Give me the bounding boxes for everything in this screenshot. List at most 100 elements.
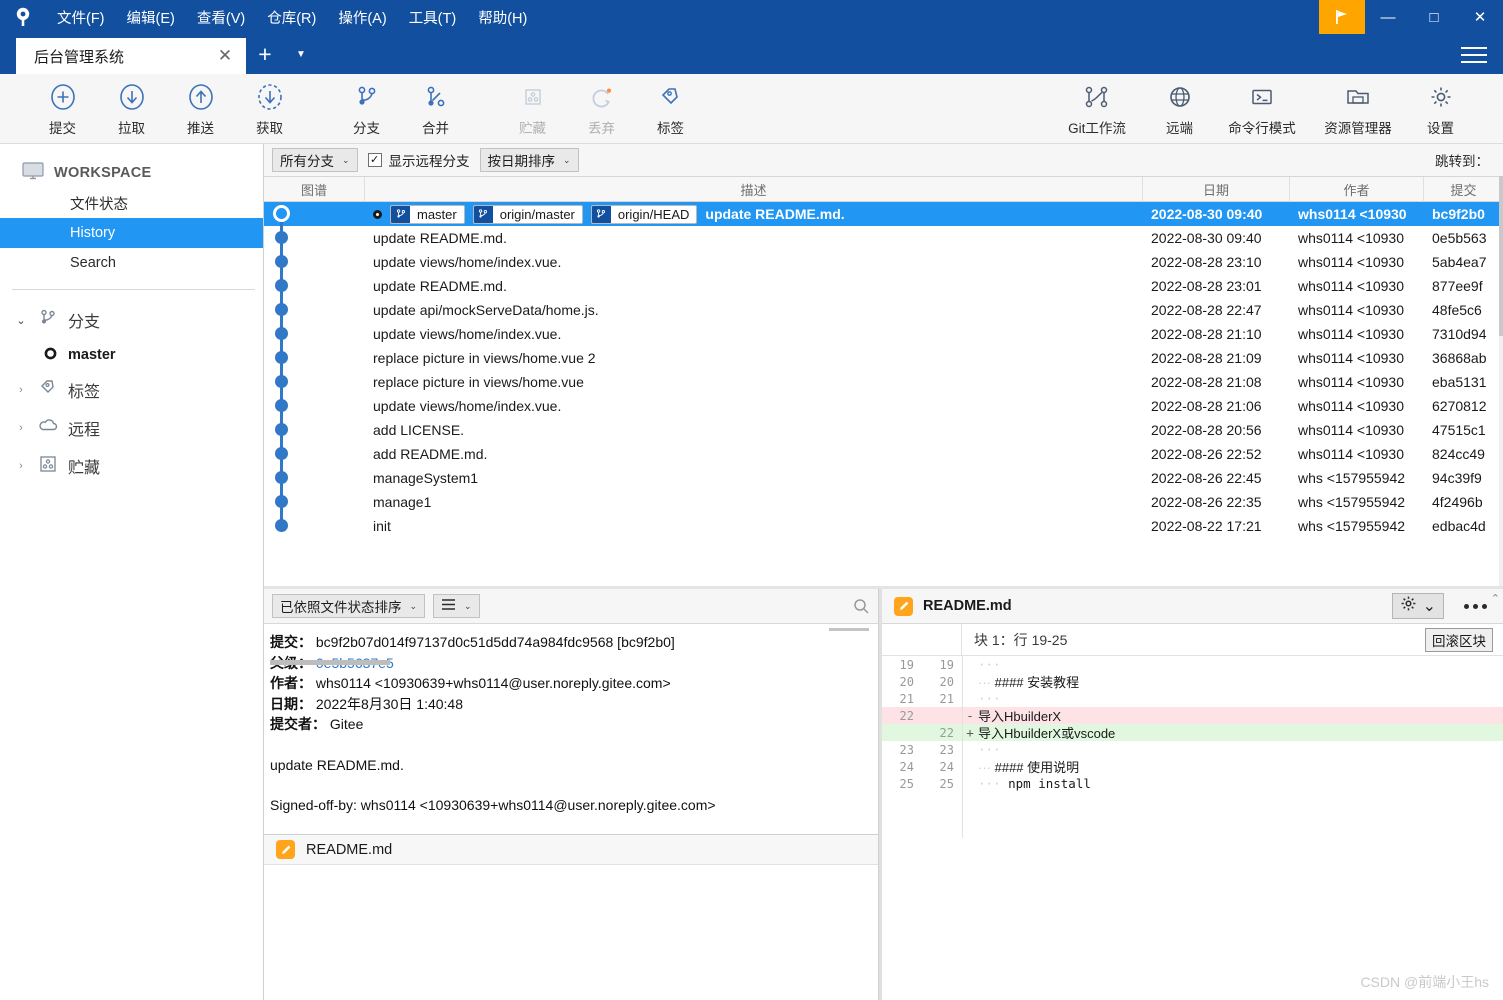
table-row[interactable]: replace picture in views/home.vue 2 2022-… xyxy=(264,346,1503,370)
table-row[interactable]: add LICENSE. 2022-08-28 20:56 whs0114 <109… xyxy=(264,418,1503,442)
ref-label-text: origin/HEAD xyxy=(617,206,690,222)
list-item[interactable]: README.md xyxy=(264,835,878,865)
push-button[interactable]: 推送 xyxy=(166,76,235,142)
column-header-author[interactable]: 作者 xyxy=(1290,177,1424,202)
hunk-gutter-spacer xyxy=(882,623,962,656)
show-remote-branches-checkbox[interactable]: ✓ 显示远程分支 xyxy=(367,150,470,170)
remote-button[interactable]: 远端 xyxy=(1145,76,1214,142)
commit-author-cell: whs0114 <10930 xyxy=(1298,350,1404,366)
sidebar-group-remotes[interactable]: › 远程 xyxy=(0,409,263,447)
commit-rows: master origin/master origin/HEAD update REA… xyxy=(264,202,1503,586)
column-header-date[interactable]: 日期 xyxy=(1143,177,1290,202)
menu-repository[interactable]: 仓库(R) xyxy=(256,0,327,34)
chevron-right-icon[interactable]: › xyxy=(14,422,28,434)
chevron-up-icon[interactable]: ⌃ xyxy=(1491,592,1500,605)
commit-author-cell: whs0114 <10930 xyxy=(1298,374,1404,390)
ref-label[interactable]: origin/master xyxy=(472,204,583,224)
chevron-right-icon[interactable]: › xyxy=(14,460,28,472)
commit-message: update views/home/index.vue. xyxy=(373,398,562,414)
menu-help[interactable]: 帮助(H) xyxy=(467,0,538,34)
commit-author-cell: whs0114 <10930 xyxy=(1298,302,1404,318)
sidebar-group-stashes[interactable]: › 贮藏 xyxy=(0,447,263,485)
sort-dropdown[interactable]: 按日期排序 ⌄ xyxy=(479,148,579,172)
column-header-graph[interactable]: 图谱 xyxy=(264,177,365,202)
diff-settings-button[interactable]: ⌄ xyxy=(1391,593,1444,619)
table-row[interactable]: update views/home/index.vue. 2022-08-28 2… xyxy=(264,250,1503,274)
tag-button[interactable]: 标签 xyxy=(636,76,705,142)
menu-actions[interactable]: 操作(A) xyxy=(327,0,397,34)
sidebar-item-search[interactable]: Search xyxy=(0,248,263,278)
ref-label[interactable]: origin/HEAD xyxy=(590,204,698,224)
hamburger-icon[interactable] xyxy=(1461,42,1489,68)
table-row[interactable]: update views/home/index.vue. 2022-08-28 2… xyxy=(264,322,1503,346)
commit-date-cell: 2022-08-28 22:47 xyxy=(1151,302,1262,318)
sidebar-item-label: Search xyxy=(70,255,116,271)
sidebar-group-branches[interactable]: ⌄ 分支 xyxy=(0,301,263,339)
fetch-button[interactable]: 获取 xyxy=(235,76,304,142)
stash-button[interactable]: 贮藏 xyxy=(498,76,567,142)
table-row[interactable]: master origin/master origin/HEAD update REA… xyxy=(264,202,1503,226)
jump-to-label: 跳转到： xyxy=(1435,154,1489,169)
commit-description-cell: manageSystem1 xyxy=(365,470,1143,486)
detail-scroll-indicator[interactable] xyxy=(829,628,869,631)
branch-filter-dropdown[interactable]: 所有分支 ⌄ xyxy=(272,148,358,172)
ref-label[interactable]: master xyxy=(390,204,465,224)
commit-description-cell: replace picture in views/home.vue 2 xyxy=(365,350,1143,366)
sidebar: WORKSPACE 文件状态 History Search ⌄ 分支 maste… xyxy=(0,144,264,1000)
sidebar-group-tags[interactable]: › 标签 xyxy=(0,371,263,409)
menu-tools[interactable]: 工具(T) xyxy=(398,0,468,34)
table-row[interactable]: update views/home/index.vue. 2022-08-28 2… xyxy=(264,394,1503,418)
diff-line: 22 + 导入HbuilderX或vscode xyxy=(882,724,1503,741)
pull-button[interactable]: 拉取 xyxy=(97,76,166,142)
column-header-commit[interactable]: 提交 xyxy=(1424,177,1503,202)
merge-button[interactable]: 合并 xyxy=(401,76,470,142)
table-header-row: 图谱 描述 日期 作者 提交 xyxy=(264,177,1503,202)
chevron-right-icon[interactable]: › xyxy=(14,384,28,396)
diff-old-line-number: 22 xyxy=(899,708,914,723)
add-tab-button[interactable]: + xyxy=(246,34,284,74)
sidebar-item-history[interactable]: History xyxy=(0,218,263,248)
table-row[interactable]: add README.md. 2022-08-26 22:52 whs0114 <1… xyxy=(264,442,1503,466)
detail-scroll-handle[interactable] xyxy=(270,660,390,665)
sidebar-item-file-status[interactable]: 文件状态 xyxy=(0,188,263,218)
explorer-button[interactable]: 资源管理器 xyxy=(1310,76,1406,142)
menu-view[interactable]: 查看(V) xyxy=(186,0,256,34)
table-row[interactable]: update api/mockServeData/home.js. 2022-08… xyxy=(264,298,1503,322)
table-row[interactable]: init 2022-08-22 17:21 whs <157955942 edbac4… xyxy=(264,514,1503,538)
gitflow-button[interactable]: Git工作流 xyxy=(1049,76,1145,142)
chevron-down-icon[interactable]: ⌄ xyxy=(14,314,28,327)
table-row[interactable]: manage1 2022-08-26 22:35 whs <157955942 4f2… xyxy=(264,490,1503,514)
view-mode-dropdown[interactable]: ⌄ xyxy=(433,594,480,618)
close-icon[interactable]: ✕ xyxy=(210,41,240,71)
table-row[interactable]: update README.md. 2022-08-30 09:40 whs0114… xyxy=(264,226,1503,250)
menu-file[interactable]: 文件(F) xyxy=(46,0,116,34)
history-scrollbar[interactable] xyxy=(1499,176,1503,586)
menu-edit[interactable]: 编辑(E) xyxy=(116,0,186,34)
discard-button[interactable]: 丢弃 xyxy=(567,76,636,142)
sidebar-branch-master[interactable]: master xyxy=(0,339,263,371)
arrow-up-circle-icon xyxy=(186,80,216,114)
diff-sign: - xyxy=(966,708,974,723)
detail-signoff: Signed-off-by: whs0114 <10930639+whs0114… xyxy=(270,797,716,813)
table-row[interactable]: replace picture in views/home.vue 2022-08… xyxy=(264,370,1503,394)
chevron-down-icon[interactable]: ▼ xyxy=(284,34,318,74)
cloud-icon xyxy=(37,415,59,442)
maximize-button[interactable]: □ xyxy=(1411,0,1457,34)
table-row[interactable]: manageSystem1 2022-08-26 22:45 whs <157955… xyxy=(264,466,1503,490)
table-row[interactable]: update README.md. 2022-08-28 23:01 whs0114… xyxy=(264,274,1503,298)
settings-button[interactable]: 设置 xyxy=(1406,76,1475,142)
commit-button[interactable]: 提交 xyxy=(28,76,97,142)
close-button[interactable]: ✕ xyxy=(1457,0,1503,34)
commit-date-cell: 2022-08-28 21:10 xyxy=(1151,326,1262,342)
sidebar-branch-label: master xyxy=(68,347,116,363)
search-icon[interactable] xyxy=(853,598,870,615)
commit-message: add LICENSE. xyxy=(373,422,465,438)
file-sort-dropdown[interactable]: 已依照文件状态排序 ⌄ xyxy=(272,594,426,618)
tab-repository[interactable]: 后台管理系统 ✕ xyxy=(16,38,246,74)
rollback-hunk-button[interactable]: 回滚区块 xyxy=(1425,627,1493,652)
column-header-description[interactable]: 描述 xyxy=(365,177,1143,202)
flag-icon[interactable] xyxy=(1319,0,1365,34)
minimize-button[interactable]: — xyxy=(1365,0,1411,34)
branch-button[interactable]: 分支 xyxy=(332,76,401,142)
terminal-button[interactable]: 命令行模式 xyxy=(1214,76,1310,142)
